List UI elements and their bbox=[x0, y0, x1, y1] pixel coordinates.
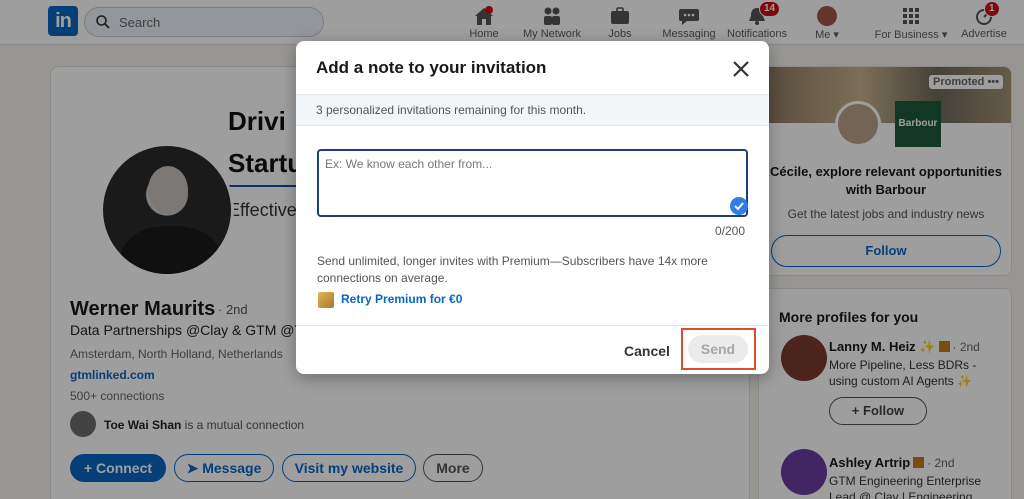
close-icon[interactable] bbox=[729, 57, 753, 81]
send-button[interactable]: Send bbox=[688, 335, 748, 363]
note-field[interactable] bbox=[317, 149, 748, 217]
check-icon bbox=[730, 197, 748, 215]
invitation-note-dialog: Add a note to your invitation 3 personal… bbox=[296, 41, 769, 374]
dialog-title: Add a note to your invitation bbox=[316, 58, 547, 77]
dialog-divider bbox=[296, 325, 769, 326]
note-textarea[interactable] bbox=[319, 151, 746, 215]
character-counter: 0/200 bbox=[715, 224, 746, 238]
premium-icon bbox=[318, 292, 334, 308]
premium-upsell-text: Send unlimited, longer invites with Prem… bbox=[317, 254, 708, 285]
invitations-remaining-banner: 3 personalized invitations remaining for… bbox=[296, 94, 769, 126]
cancel-button[interactable]: Cancel bbox=[616, 337, 678, 365]
retry-premium-link[interactable]: Retry Premium for €0 bbox=[341, 292, 462, 306]
